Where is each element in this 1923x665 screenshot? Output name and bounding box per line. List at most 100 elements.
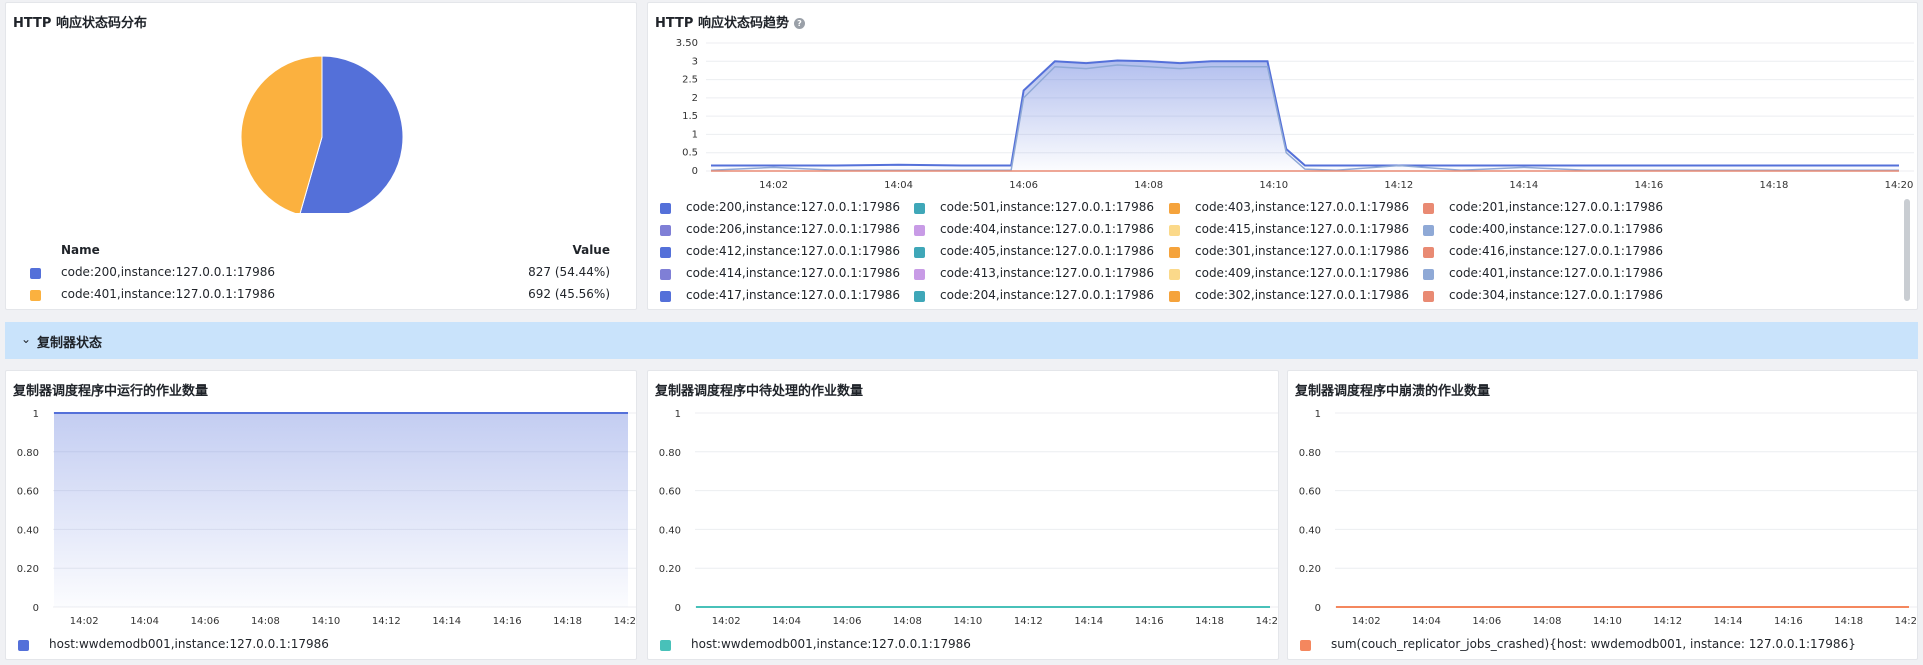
- pie-chart[interactable]: [6, 3, 637, 213]
- series-line[interactable]: [710, 64, 1899, 172]
- legend-label: code:409,instance:127.0.0.1:17986: [1195, 266, 1410, 280]
- legend-label: code:401,instance:127.0.0.1:17986: [1449, 266, 1664, 280]
- x-tick-label: 14:04: [772, 616, 801, 627]
- legend-swatch: [914, 247, 925, 258]
- trend-chart[interactable]: 0 0.5 1 1.5 2 2.5 3 3.50 14:02 14:04 14:06 14:08 14:…: [648, 3, 1918, 198]
- y-tick-label: 2: [692, 93, 698, 104]
- legend-label: code:412,instance:127.0.0.1:17986: [686, 244, 901, 258]
- legend-swatch: [30, 290, 41, 301]
- y-tick-label: 3: [692, 56, 698, 67]
- legend-swatch: [1169, 291, 1180, 302]
- legend-swatch: [914, 203, 925, 214]
- x-tick-label: 14:14: [432, 616, 461, 627]
- series-line[interactable]: [711, 59, 1899, 167]
- chevron-down-icon[interactable]: ⌄: [21, 332, 31, 346]
- legend-label: code:501,instance:127.0.0.1:17986: [940, 200, 1155, 214]
- legend-label: host:wwdemodb001,instance:127.0.0.1:1798…: [49, 637, 329, 651]
- legend-item[interactable]: host:wwdemodb001,instance:127.0.0.1:1798…: [660, 637, 971, 651]
- y-tick-label: 0.5: [682, 148, 698, 159]
- legend-label: code:416,instance:127.0.0.1:17986: [1449, 244, 1664, 258]
- y-tick-label: 1: [675, 409, 681, 420]
- crashed-jobs-chart[interactable]: 0 0.20 0.40 0.60 0.80 1 14:02 14:04 14:06 14:08 14…: [1288, 371, 1918, 631]
- legend-swatch: [1169, 269, 1180, 280]
- y-tick-label: 0.80: [1299, 448, 1321, 459]
- legend-swatch: [914, 225, 925, 236]
- legend-item[interactable]: sum(couch_replicator_jobs_crashed){host:…: [1300, 637, 1856, 651]
- legend-item[interactable]: host:wwdemodb001,instance:127.0.0.1:1798…: [18, 637, 329, 651]
- legend-scrollbar[interactable]: [1904, 199, 1910, 301]
- x-tick-label: 14:18: [1834, 616, 1863, 627]
- legend-swatch: [660, 640, 671, 651]
- legend-swatch: [1423, 203, 1434, 214]
- x-tick-label: 14:08: [251, 616, 280, 627]
- y-tick-label: 0.60: [659, 487, 681, 498]
- crashed-jobs-panel: 复制器调度程序中崩溃的作业数量 0 0.20 0.40 0.60 0.80 1 14:02 1…: [1287, 370, 1918, 660]
- y-tick-label: 0.60: [17, 487, 39, 498]
- x-tick-label: 14:06: [1009, 180, 1038, 191]
- y-tick-label: 0.20: [659, 564, 681, 575]
- legend-label: code:415,instance:127.0.0.1:17986: [1195, 222, 1410, 236]
- legend-name: code:401,instance:127.0.0.1:17986: [61, 287, 276, 301]
- legend-header-name: Name: [61, 243, 100, 257]
- x-tick-label: 14:08: [1134, 180, 1163, 191]
- y-tick-label: 0: [1315, 603, 1321, 614]
- x-tick-label: 14:16: [1135, 616, 1164, 627]
- x-tick-label: 14:12: [1014, 616, 1043, 627]
- y-tick-label: 1: [33, 409, 39, 420]
- x-tick-label: 14:04: [884, 180, 913, 191]
- x-tick-label: 14:06: [833, 616, 862, 627]
- legend-swatch: [1300, 640, 1311, 651]
- legend-label: code:304,instance:127.0.0.1:17986: [1449, 288, 1664, 302]
- x-tick-label: 14:08: [1533, 616, 1562, 627]
- legend-label: code:404,instance:127.0.0.1:17986: [940, 222, 1155, 236]
- x-tick-label: 14:14: [1714, 616, 1743, 627]
- x-tick-label: 14:20: [1895, 616, 1918, 627]
- y-tick-label: 0.40: [1299, 525, 1321, 536]
- x-tick-label: 14:12: [1384, 180, 1413, 191]
- y-tick-label: 1.5: [682, 111, 698, 122]
- y-tick-label: 1: [1315, 409, 1321, 420]
- x-tick-label: 14:18: [553, 616, 582, 627]
- y-tick-label: 0.20: [1299, 564, 1321, 575]
- legend-label: code:301,instance:127.0.0.1:17986: [1195, 244, 1410, 258]
- x-tick-label: 14:06: [1472, 616, 1501, 627]
- legend-row[interactable]: code:200,instance:127.0.0.1:17986 827 (5…: [20, 265, 610, 283]
- y-tick-label: 0: [33, 603, 39, 614]
- row-header[interactable]: ⌄ 复制器状态: [5, 322, 1918, 359]
- legend-label: host:wwdemodb001,instance:127.0.0.1:1798…: [691, 637, 971, 651]
- legend-swatch: [1423, 269, 1434, 280]
- legend-row[interactable]: code:401,instance:127.0.0.1:17986 692 (4…: [20, 287, 610, 305]
- x-tick-label: 14:14: [1074, 616, 1103, 627]
- legend-label: code:302,instance:127.0.0.1:17986: [1195, 288, 1410, 302]
- pending-jobs-panel: 复制器调度程序中待处理的作业数量 0 0.20 0.40 0.60 0.80 1 14:02…: [647, 370, 1279, 660]
- x-tick-label: 14:20: [614, 616, 637, 627]
- x-tick-label: 14:02: [759, 180, 788, 191]
- legend-value: 692 (45.56%): [528, 287, 610, 301]
- legend-swatch: [1169, 247, 1180, 258]
- legend-label: code:417,instance:127.0.0.1:17986: [686, 288, 901, 302]
- x-tick-label: 14:10: [1259, 180, 1288, 191]
- x-tick-label: 14:12: [1653, 616, 1682, 627]
- y-tick-label: 0.80: [659, 448, 681, 459]
- y-tick-label: 3.50: [676, 38, 698, 49]
- x-tick-label: 14:06: [191, 616, 220, 627]
- legend-swatch: [18, 640, 29, 651]
- x-tick-label: 14:20: [1256, 616, 1279, 627]
- row-title: 复制器状态: [37, 336, 103, 351]
- legend-swatch: [1423, 291, 1434, 302]
- legend-swatch: [660, 269, 671, 280]
- x-tick-label: 14:10: [1593, 616, 1622, 627]
- x-tick-label: 14:04: [130, 616, 159, 627]
- legend-swatch: [914, 269, 925, 280]
- y-tick-label: 0: [675, 603, 681, 614]
- legend-label: sum(couch_replicator_jobs_crashed){host:…: [1331, 637, 1856, 651]
- legend-value: 827 (54.44%): [528, 265, 610, 279]
- legend-swatch: [660, 247, 671, 258]
- trend-legend: code:200,instance:127.0.0.1:17986 code:50…: [648, 200, 1888, 308]
- y-tick-label: 0.80: [17, 448, 39, 459]
- x-tick-label: 14:12: [372, 616, 401, 627]
- x-tick-label: 14:02: [1352, 616, 1381, 627]
- running-jobs-chart[interactable]: 0 0.20 0.40 0.60 0.80 1 14:02 14:04 14:06 14:08 14…: [6, 371, 637, 631]
- y-tick-label: 0: [692, 166, 698, 177]
- pending-jobs-chart[interactable]: 0 0.20 0.40 0.60 0.80 1 14:02 14:04 14:06 14:08 14…: [648, 371, 1279, 631]
